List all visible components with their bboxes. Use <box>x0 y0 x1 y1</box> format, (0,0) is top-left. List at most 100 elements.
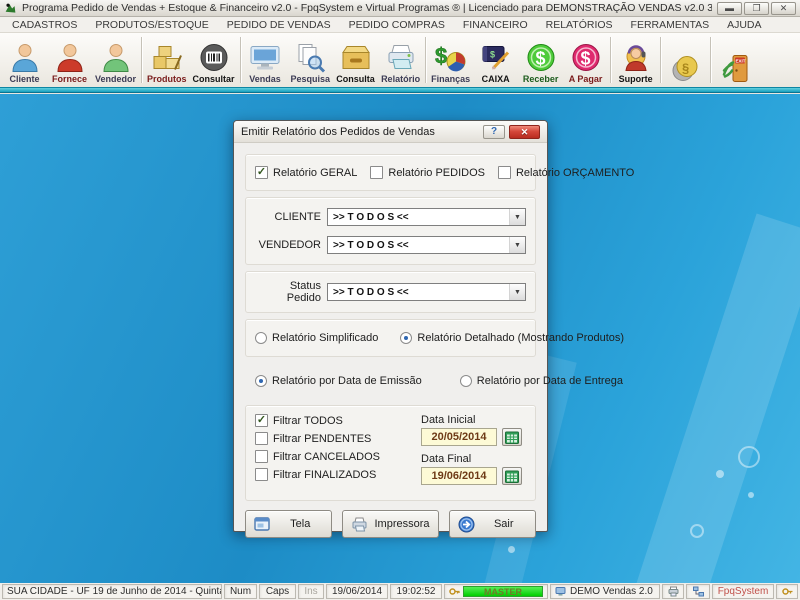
checkbox-label: Relatório GERAL <box>273 167 357 179</box>
toolbar-button-vendedor[interactable]: Vendedor <box>92 34 139 86</box>
report-dialog: Emitir Relatório dos Pedidos de Vendas ?… <box>233 120 548 532</box>
checkbox-filtrar-pendentes[interactable]: Filtrar PENDENTES <box>255 432 421 445</box>
toolbar-button-relatorio[interactable]: Relatório <box>378 34 423 86</box>
menu-financeiro[interactable]: FINANCEIRO <box>454 19 537 31</box>
status-dropdown[interactable]: >> T O D O S << ▼ <box>327 283 526 301</box>
checkbox-label: Filtrar CANCELADOS <box>273 451 380 463</box>
checkbox-relatorio-pedidos[interactable]: Relatório PEDIDOS <box>370 166 485 179</box>
seller-icon <box>100 41 132 74</box>
data-final-field[interactable]: 19/06/2014 <box>421 467 497 485</box>
printer-icon <box>351 516 368 533</box>
radio-unselected-icon[interactable] <box>460 375 472 387</box>
checkbox-unchecked-icon[interactable] <box>255 468 268 481</box>
toolbar-label: Receber <box>523 74 559 85</box>
desktop-bubble <box>716 470 724 478</box>
menu-cadastros[interactable]: CADASTROS <box>3 19 86 31</box>
supplier-icon <box>54 41 86 74</box>
svg-text:$: $ <box>490 50 495 60</box>
desktop-bubble <box>748 492 754 498</box>
checkbox-checked-icon[interactable] <box>255 166 268 179</box>
checkbox-filtrar-cancelados[interactable]: Filtrar CANCELADOS <box>255 450 421 463</box>
dates-column: Data Inicial 20/05/2014 Data Final 19/06… <box>421 414 526 492</box>
checkbox-unchecked-icon[interactable] <box>370 166 383 179</box>
radio-relatorio-simplificado[interactable]: Relatório Simplificado <box>255 332 378 344</box>
checkbox-relatorio-orcamento[interactable]: Relatório ORÇAMENTO <box>498 166 634 179</box>
checkbox-checked-icon[interactable] <box>255 414 268 427</box>
toolbar-button-exit[interactable]: EXIT <box>713 34 758 86</box>
dialog-help-button[interactable]: ? <box>483 125 505 139</box>
impressora-button[interactable]: Impressora <box>342 510 438 538</box>
tela-button[interactable]: Tela <box>245 510 332 538</box>
radio-relatorio-detalhado[interactable]: Relatório Detalhado (Mostrando Produtos) <box>400 332 624 344</box>
radio-data-emissao[interactable]: Relatório por Data de Emissão <box>255 375 422 387</box>
toolbar-button-pesquisa[interactable]: Pesquisa <box>288 34 334 86</box>
dialog-close-button[interactable]: ✕ <box>509 125 540 139</box>
status-session[interactable] <box>776 584 798 599</box>
sair-button-label: Sair <box>481 518 527 530</box>
toolbar-separator <box>240 37 241 83</box>
toolbar-button-receber[interactable]: $ Receber <box>518 34 563 86</box>
checkbox-filtrar-todos[interactable]: Filtrar TODOS <box>255 414 421 427</box>
toolbar-button-vendas[interactable]: Vendas <box>243 34 288 86</box>
checkbox-relatorio-geral[interactable]: Relatório GERAL <box>255 166 357 179</box>
checkbox-unchecked-icon[interactable] <box>255 432 268 445</box>
cashbook-icon: $ <box>480 41 512 74</box>
sair-button[interactable]: Sair <box>449 510 536 538</box>
chevron-down-icon[interactable]: ▼ <box>509 209 525 225</box>
dialog-body: Relatório GERAL Relatório PEDIDOS Relató… <box>234 143 547 538</box>
calendar-picker-button[interactable] <box>502 428 522 446</box>
radio-label: Relatório Simplificado <box>272 332 378 344</box>
status-caps: Caps <box>259 584 296 599</box>
checkbox-unchecked-icon[interactable] <box>498 166 511 179</box>
status-row: Status Pedido >> T O D O S << ▼ <box>255 280 526 304</box>
menu-pedido-de-vendas[interactable]: PEDIDO DE VENDAS <box>218 19 340 31</box>
status-time: 19:02:52 <box>390 584 442 599</box>
chevron-down-icon[interactable]: ▼ <box>509 284 525 300</box>
toolbar-button-cliente[interactable]: Cliente <box>2 34 47 86</box>
toolbar-button-suporte[interactable]: Suporte <box>613 34 658 86</box>
toolbar-button-consulta[interactable]: Consulta <box>333 34 378 86</box>
close-button[interactable]: ✕ <box>771 2 796 15</box>
cliente-dropdown[interactable]: >> T O D O S << ▼ <box>327 208 526 226</box>
toolbar-button-consultar[interactable]: Consultar <box>190 34 238 86</box>
menu-pedido-compras[interactable]: PEDIDO COMPRAS <box>340 19 454 31</box>
data-inicial-label: Data Inicial <box>421 414 526 426</box>
menu-produtos-estoque[interactable]: PRODUTOS/ESTOQUE <box>86 19 217 31</box>
status-printer[interactable] <box>662 584 684 599</box>
menu-relatorios[interactable]: RELATÓRIOS <box>537 19 622 31</box>
dialog-titlebar[interactable]: Emitir Relatório dos Pedidos de Vendas ?… <box>234 121 547 143</box>
toolbar-button-coin[interactable]: § <box>663 34 708 86</box>
dialog-title: Emitir Relatório dos Pedidos de Vendas <box>241 126 479 138</box>
accent-divider <box>0 87 800 93</box>
menu-bar: CADASTROS PRODUTOS/ESTOQUE PEDIDO DE VEN… <box>0 17 800 33</box>
status-location-text: SUA CIDADE - UF 19 de Junho de 2014 - Qu… <box>7 586 222 597</box>
toolbar-label: Pesquisa <box>291 74 331 85</box>
radio-unselected-icon[interactable] <box>255 332 267 344</box>
toolbar-button-a-pagar[interactable]: $ A Pagar <box>563 34 608 86</box>
radio-selected-icon[interactable] <box>255 375 267 387</box>
chevron-down-icon[interactable]: ▼ <box>509 237 525 253</box>
checkbox-label: Filtrar PENDENTES <box>273 433 371 445</box>
toolbar-button-fornece[interactable]: Fornece <box>47 34 92 86</box>
menu-ferramentas[interactable]: FERRAMENTAS <box>622 19 719 31</box>
tela-button-label: Tela <box>277 518 323 530</box>
status-network[interactable] <box>686 584 710 599</box>
radio-data-entrega[interactable]: Relatório por Data de Entrega <box>460 375 623 387</box>
restore-button[interactable]: ❐ <box>744 2 769 15</box>
desktop-light-streak <box>627 213 800 583</box>
toolbar-button-produtos[interactable]: Produtos <box>144 34 190 86</box>
calendar-picker-button[interactable] <box>502 467 522 485</box>
vendedor-dropdown[interactable]: >> T O D O S << ▼ <box>327 236 526 254</box>
checkbox-filtrar-finalizados[interactable]: Filtrar FINALIZADOS <box>255 468 421 481</box>
cliente-dropdown-value: >> T O D O S << <box>333 212 409 223</box>
checkbox-unchecked-icon[interactable] <box>255 450 268 463</box>
toolbar-button-financas[interactable]: $ Finanças <box>428 34 473 86</box>
coin-icon: § <box>670 52 702 85</box>
minimize-button[interactable]: ▬ <box>717 2 742 15</box>
toolbar-button-caixa[interactable]: $ CAIXA <box>473 34 518 86</box>
data-inicial-field[interactable]: 20/05/2014 <box>421 428 497 446</box>
report-type-group: Relatório GERAL Relatório PEDIDOS Relató… <box>245 154 536 191</box>
menu-ajuda[interactable]: AJUDA <box>718 19 770 31</box>
status-group: Status Pedido >> T O D O S << ▼ <box>245 271 536 313</box>
radio-selected-icon[interactable] <box>400 332 412 344</box>
